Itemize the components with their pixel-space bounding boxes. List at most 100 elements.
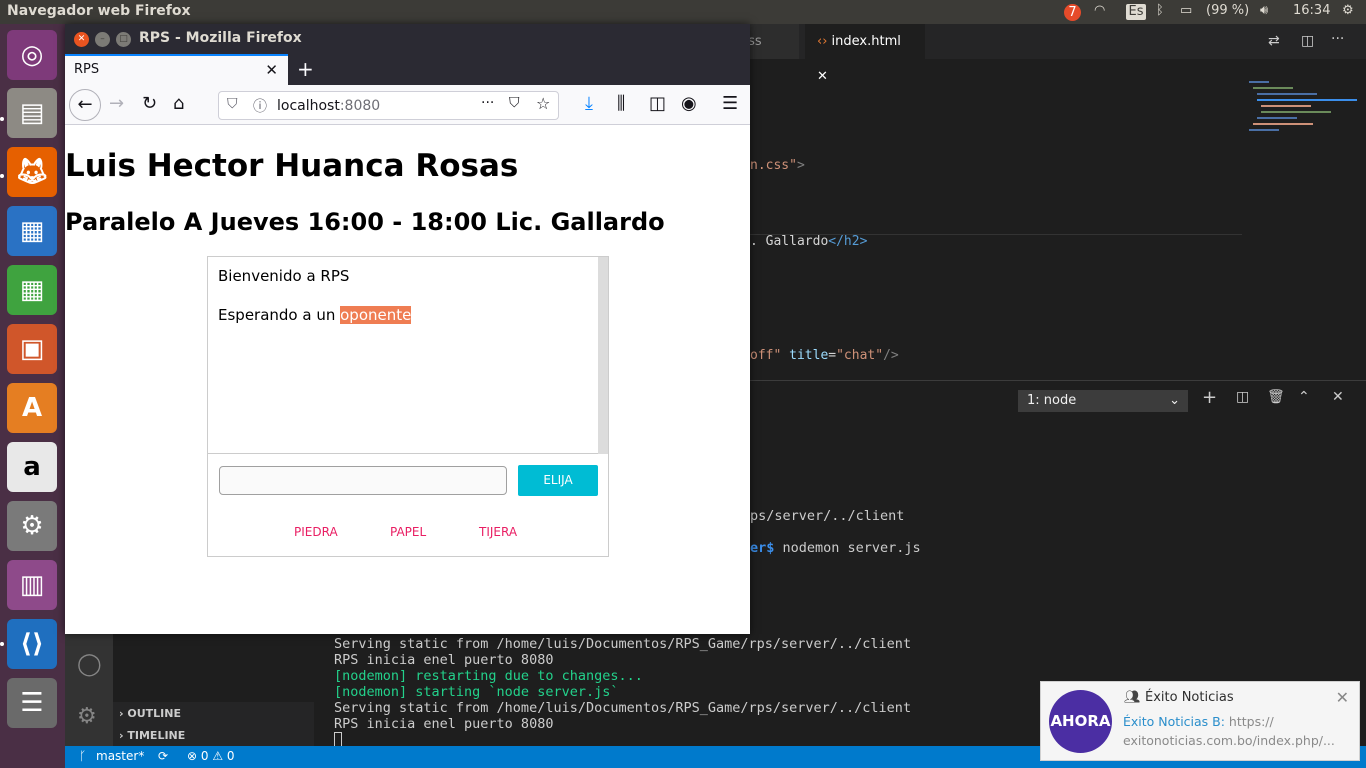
tijera-button[interactable]: TIJERA (479, 525, 517, 539)
forward-button[interactable]: → (109, 93, 124, 114)
people-icon: 👥︎ (1124, 690, 1141, 705)
home-button[interactable]: ⌂ (173, 93, 184, 114)
problems-indicator[interactable]: ⊗ 0 ⚠ 0 (187, 749, 235, 763)
ubuntu-dash-icon[interactable]: ◎ (7, 30, 57, 80)
shield-icon[interactable]: ⛉ (227, 96, 238, 112)
papel-button[interactable]: PAPEL (390, 525, 426, 539)
stacked-windows-icon[interactable]: ☰ (7, 678, 57, 728)
git-branch-icon[interactable]: ᚴ (79, 749, 86, 763)
firefox-window: ✕ – □ RPS - Mozilla Firefox RPS ✕ + ← → … (65, 24, 750, 634)
maximize-window-button[interactable]: □ (116, 32, 131, 47)
minimize-window-button[interactable]: – (95, 32, 110, 47)
back-button[interactable]: ← (69, 89, 101, 121)
page-title: Luis Hector Huanca Rosas (65, 148, 519, 184)
tab-label: RPS (74, 62, 100, 77)
new-terminal-icon[interactable]: + (1202, 387, 1217, 408)
page-subtitle: Paralelo A Jueves 16:00 - 18:00 Lic. Gal… (65, 208, 665, 236)
chat-message: Bienvenido a RPS (218, 267, 350, 285)
library-icon[interactable]: ⫼ (617, 93, 625, 114)
terminal-line: RPS inicia enel puerto 8080 (334, 652, 554, 668)
maximize-panel-icon[interactable]: ⌃ (1298, 389, 1310, 405)
volume-icon[interactable]: 🔊︎ (1260, 3, 1268, 18)
close-tab-icon[interactable]: ✕ (817, 69, 828, 84)
manage-gear-icon[interactable]: ⚙ (77, 704, 97, 729)
pocket-icon[interactable]: ⛉ (509, 95, 520, 111)
chat-log[interactable]: Bienvenido a RPS Esperando a un oponente (208, 257, 608, 454)
close-tab-icon[interactable]: ✕ (265, 61, 278, 79)
elija-button[interactable]: ELIJA (518, 465, 598, 496)
reload-button[interactable]: ↻ (142, 93, 157, 114)
timeline-section[interactable]: › TIMELINE (119, 729, 185, 742)
code-line-input[interactable]: off" title="chat"/> (750, 348, 899, 363)
code-line-stylesheet[interactable]: n.css"> (750, 158, 805, 173)
active-app-title: Navegador web Firefox (7, 3, 191, 19)
info-icon[interactable]: ⓘ (253, 96, 267, 116)
workspace-switcher-icon[interactable]: ▥ (7, 560, 57, 610)
impress-icon[interactable]: ▣ (7, 324, 57, 374)
url-text[interactable]: localhost:8080 (277, 98, 380, 114)
close-notification-icon[interactable]: ✕ (1336, 688, 1349, 707)
split-editor-icon[interactable]: ◫ (1301, 33, 1314, 49)
tab-rps[interactable]: RPS ✕ (65, 54, 288, 85)
close-window-button[interactable]: ✕ (74, 32, 89, 47)
settings-gear-icon[interactable]: ⚙ (1342, 3, 1354, 18)
highlighted-word: oponente (340, 306, 412, 324)
accounts-icon[interactable]: ◯ (77, 652, 102, 677)
notification-logo: AHORA (1049, 690, 1112, 753)
minimap[interactable] (1247, 79, 1357, 149)
outline-section[interactable]: › OUTLINE (119, 707, 181, 720)
more-actions-icon[interactable]: ··· (1331, 31, 1344, 47)
close-panel-icon[interactable]: ✕ (1332, 389, 1344, 405)
git-branch[interactable]: master* (96, 749, 144, 763)
notification-badge[interactable]: 7 (1064, 4, 1081, 21)
bluetooth-icon[interactable]: ᛒ (1156, 3, 1164, 18)
sidebar-icon[interactable]: ◫ (649, 93, 666, 114)
page-content: Luis Hector Huanca Rosas Paralelo A Juev… (65, 126, 750, 634)
keyboard-layout-indicator[interactable]: Es (1126, 4, 1146, 20)
window-title: RPS - Mozilla Firefox (139, 30, 302, 46)
tab-index-html[interactable]: ‹› index.html ✕ (805, 24, 925, 84)
terminal-select[interactable]: 1: node ⌄ (1018, 390, 1188, 412)
bookmark-star-icon[interactable]: ☆ (536, 94, 550, 113)
vscode-icon[interactable]: ⟨⟩ (7, 619, 57, 669)
battery-icon[interactable]: ▭ (1180, 3, 1192, 18)
terminal-line: Serving static from /home/luis/Documento… (334, 700, 912, 716)
account-icon[interactable]: ◉ (681, 93, 697, 114)
calc-icon[interactable]: ▦ (7, 265, 57, 315)
code-line-h2[interactable]: . Gallardo</h2> (750, 234, 867, 249)
url-bar[interactable]: ⛉ ⓘ localhost:8080 ··· ⛉ ☆ (218, 91, 559, 120)
chat-message: Esperando a un oponente (218, 306, 412, 324)
launcher: ◎ ▤ 🦊︎ ▦ ▦ ▣ A a ⚙ ▥ ⟨⟩ ☰ (0, 24, 65, 768)
running-indicator (0, 117, 4, 121)
menu-icon[interactable]: ☰ (722, 93, 738, 114)
clock[interactable]: 16:34 (1293, 3, 1330, 18)
sync-icon[interactable]: ⟳ (158, 749, 168, 763)
window-titlebar[interactable]: ✕ – □ RPS - Mozilla Firefox (65, 24, 750, 54)
trash-icon[interactable]: 🗑︎ (1267, 389, 1285, 405)
piedra-button[interactable]: PIEDRA (294, 525, 338, 539)
chat-input[interactable] (219, 466, 507, 495)
terminal-line: [nodemon] restarting due to changes... (334, 668, 643, 684)
page-actions-icon[interactable]: ··· (481, 95, 494, 111)
notification-popup[interactable]: AHORA 👥︎ Éxito Noticias Éxito Noticias B… (1040, 681, 1360, 761)
downloads-icon[interactable]: ⤓ (585, 93, 593, 114)
firefox-icon[interactable]: 🦊︎ (7, 147, 57, 197)
files-icon[interactable]: ▤ (7, 88, 57, 138)
current-line-highlight (750, 234, 1242, 235)
compare-changes-icon[interactable]: ⇄ (1268, 33, 1280, 49)
split-terminal-icon[interactable]: ◫ (1236, 389, 1249, 405)
software-center-icon[interactable]: A (7, 383, 57, 433)
terminal-cursor[interactable] (334, 732, 342, 747)
chat-scrollbar[interactable] (598, 257, 608, 454)
new-tab-button[interactable]: + (297, 57, 314, 81)
activity-bar: ◯ ⚙ (65, 634, 113, 746)
chevron-down-icon: ⌄ (1169, 393, 1180, 408)
amazon-icon[interactable]: a (7, 442, 57, 492)
system-settings-icon[interactable]: ⚙ (7, 501, 57, 551)
top-panel: Navegador web Firefox 7 ◠ Es ᛒ ▭ (99 %) … (0, 0, 1366, 24)
battery-percentage: (99 %) (1206, 3, 1250, 18)
terminal-line: Serving static from /home/luis/Documento… (334, 636, 912, 652)
wifi-icon[interactable]: ◠ (1094, 3, 1105, 18)
writer-icon[interactable]: ▦ (7, 206, 57, 256)
notification-title: Éxito Noticias (1145, 690, 1234, 705)
